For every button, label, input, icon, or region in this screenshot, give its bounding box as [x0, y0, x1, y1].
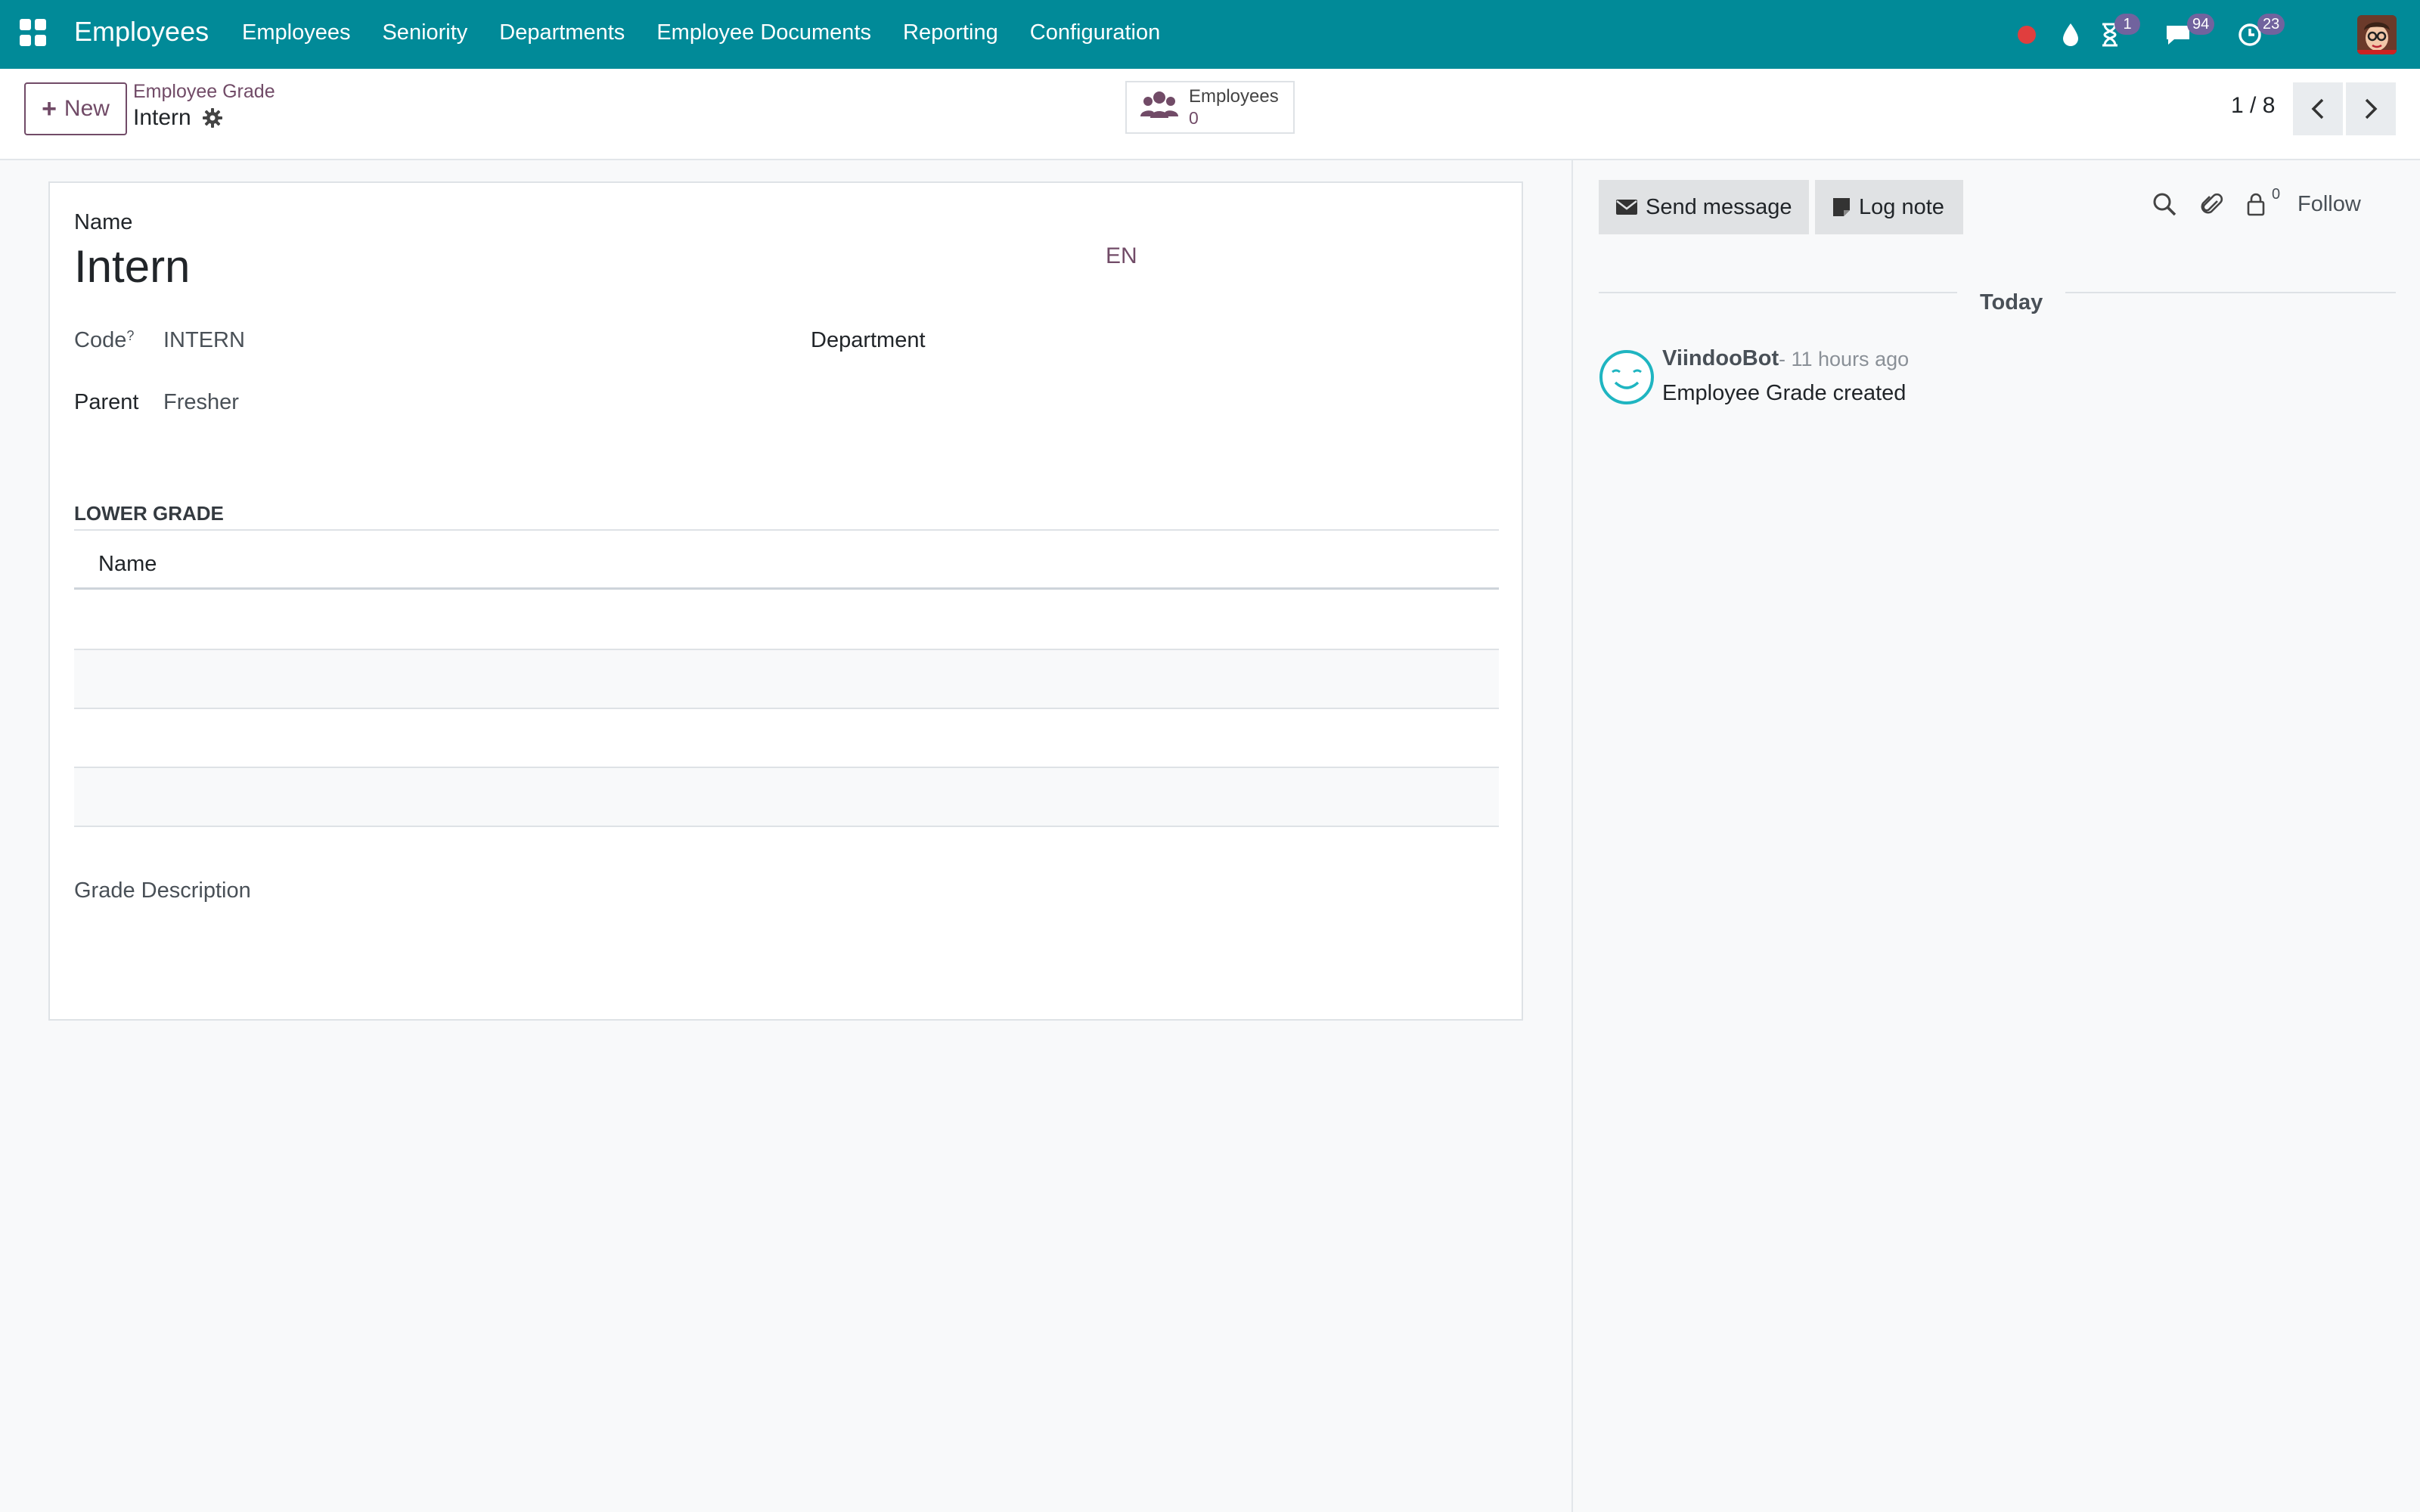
menu-reporting[interactable]: Reporting	[903, 20, 998, 45]
menu-seniority[interactable]: Seniority	[382, 20, 467, 45]
table-row[interactable]	[74, 650, 1499, 709]
table-row[interactable]	[74, 768, 1499, 827]
recording-dot-icon[interactable]	[2008, 0, 2046, 69]
code-label: Code?	[74, 328, 134, 353]
menu-departments[interactable]: Departments	[499, 20, 625, 45]
user-avatar[interactable]	[2350, 0, 2403, 69]
name-label: Name	[74, 210, 133, 234]
lock-icon[interactable]	[2246, 192, 2266, 220]
department-label: Department	[811, 328, 926, 352]
code-label-text: Code	[74, 328, 127, 352]
pager-next-button[interactable]	[2346, 82, 2396, 135]
pager-previous-button[interactable]	[2293, 82, 2343, 135]
parent-label: Parent	[74, 390, 139, 414]
messages-badge: 94	[2187, 14, 2215, 35]
clock-badge: 23	[2257, 14, 2285, 35]
day-separator: Today	[1957, 290, 2066, 315]
activity-badge: 1	[2114, 14, 2140, 35]
form-sheet: Name Intern EN Code? INTERN Department P…	[48, 181, 1523, 1021]
messaging-icon[interactable]: 94	[2155, 0, 2215, 69]
control-panel: + New Employee Grade Intern Employees 0 …	[0, 69, 2420, 160]
avatar-image	[2357, 14, 2397, 54]
stat-value: 0	[1189, 108, 1199, 128]
paperclip-icon[interactable]	[2201, 192, 2223, 222]
language-button[interactable]: EN	[1106, 243, 1137, 269]
chatter: Send message Log note 0 Follow Today Vii…	[1571, 160, 2420, 1512]
code-field[interactable]: INTERN	[163, 328, 245, 353]
menu-configuration[interactable]: Configuration	[1030, 20, 1161, 45]
lower-grade-title: LOWER GRADE	[74, 502, 224, 525]
table-row[interactable]	[74, 591, 1499, 650]
pager-value[interactable]: 1 / 8	[2231, 93, 2275, 119]
log-note-button[interactable]: Log note	[1815, 180, 1963, 234]
app-title[interactable]: Employees	[74, 16, 209, 48]
breadcrumb-employee-grade[interactable]: Employee Grade	[133, 81, 275, 103]
follower-count: 0	[2272, 186, 2281, 203]
apps-menu-icon[interactable]	[20, 19, 47, 46]
record-title-text: Intern	[133, 105, 191, 130]
main-menu: Employees Seniority Departments Employee…	[242, 20, 1192, 45]
users-icon	[1140, 89, 1178, 126]
grade-description-field[interactable]: Grade Description	[74, 878, 251, 903]
chevron-right-icon	[2365, 98, 2378, 119]
plus-icon: +	[42, 94, 57, 123]
new-button-label: New	[64, 96, 110, 121]
log-note-label: Log note	[1859, 194, 1944, 219]
lower-grade-table-header: Name	[74, 531, 1499, 590]
search-icon[interactable]	[2152, 192, 2176, 220]
new-button[interactable]: + New	[24, 82, 127, 135]
column-header-name[interactable]: Name	[98, 552, 157, 577]
form-view: Name Intern EN Code? INTERN Department P…	[0, 160, 1571, 1512]
top-navbar: Employees Employees Seniority Department…	[0, 0, 2420, 69]
drop-icon[interactable]	[2052, 0, 2090, 69]
message-time: - 11 hours ago	[1779, 348, 1910, 370]
menu-employee-documents[interactable]: Employee Documents	[656, 20, 871, 45]
chevron-left-icon	[2311, 98, 2324, 119]
menu-employees[interactable]: Employees	[242, 20, 350, 45]
stat-text: Employees 0	[1189, 86, 1279, 129]
clock-icon[interactable]: 23	[2227, 0, 2285, 69]
message-author[interactable]: ViindooBot	[1662, 346, 1779, 371]
send-message-button[interactable]: Send message	[1599, 180, 1809, 234]
employees-stat-button[interactable]: Employees 0	[1125, 81, 1295, 134]
record-title: Intern	[133, 105, 223, 131]
note-icon	[1833, 198, 1850, 216]
follow-button[interactable]: Follow	[2297, 192, 2361, 217]
name-field[interactable]: Intern	[74, 240, 190, 293]
gear-icon[interactable]	[202, 107, 223, 129]
send-message-label: Send message	[1646, 194, 1792, 219]
code-help-icon[interactable]: ?	[126, 328, 134, 343]
parent-field[interactable]: Fresher	[163, 390, 239, 415]
envelope-icon	[1616, 200, 1637, 215]
activity-icon[interactable]: 1	[2087, 0, 2140, 69]
bot-avatar[interactable]	[1599, 349, 1655, 405]
stat-label: Employees	[1189, 86, 1279, 107]
message-body: Employee Grade created	[1662, 381, 1907, 405]
table-row[interactable]	[74, 709, 1499, 768]
